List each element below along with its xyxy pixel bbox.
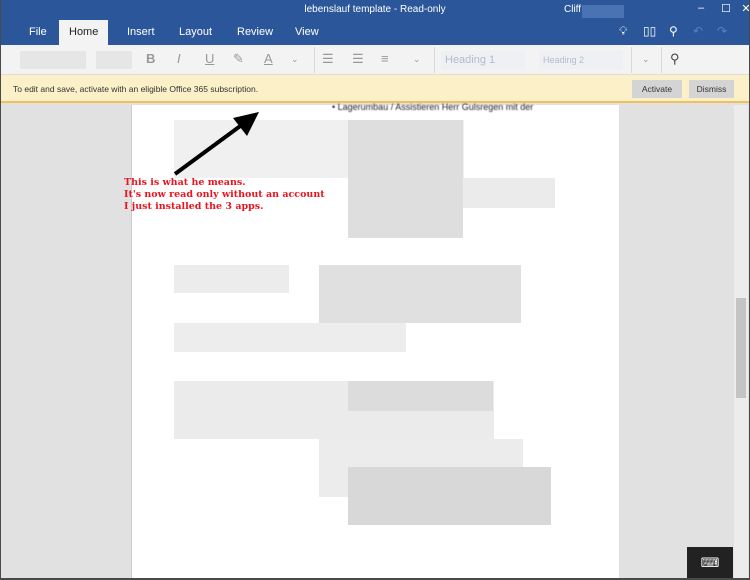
word-window: lebenslauf template - Read-only Cliff – … <box>1 0 749 578</box>
annotation-arrow <box>173 112 259 176</box>
annotation-line: I just installed the 3 apps. <box>124 201 264 212</box>
user-name[interactable]: Cliff <box>564 4 581 15</box>
divider <box>314 47 315 73</box>
scrollbar-thumb[interactable] <box>736 298 746 398</box>
pixelated-content <box>348 120 463 238</box>
annotation-line: This is what he means. <box>124 177 246 188</box>
window-title: lebenslauf template - Read-only <box>304 4 446 15</box>
italic-button[interactable]: I <box>177 51 181 66</box>
divider <box>661 47 662 73</box>
numbering-icon[interactable]: ☰ <box>352 51 364 67</box>
tab-view[interactable]: View <box>285 20 329 45</box>
pixelated-content <box>348 381 493 411</box>
tab-home[interactable]: Home <box>59 20 109 45</box>
minimize-button[interactable]: – <box>691 2 711 14</box>
tab-insert[interactable]: Insert <box>117 20 165 45</box>
pixelated-content <box>174 323 406 352</box>
tab-review[interactable]: Review <box>227 20 283 45</box>
user-name-redacted <box>582 5 624 18</box>
font-name-box[interactable] <box>20 51 86 69</box>
vertical-scrollbar[interactable] <box>734 105 748 578</box>
tab-file[interactable]: File <box>19 20 57 45</box>
chevron-down-icon[interactable]: ⌄ <box>413 54 421 65</box>
maximize-button[interactable]: ☐ <box>716 2 736 15</box>
document-bullet: • Lagerumbau / Assistieren Herr Gulsrege… <box>332 102 534 112</box>
message-text: To edit and save, activate with an eligi… <box>13 84 259 94</box>
redo-icon[interactable]: ↷ <box>717 24 727 38</box>
pixelated-content <box>463 178 555 208</box>
tab-layout[interactable]: Layout <box>169 20 222 45</box>
annotation-text: This is what he means. It's now read onl… <box>124 177 325 213</box>
undo-icon[interactable]: ↶ <box>693 24 703 38</box>
share-person-icon[interactable]: ⚲ <box>669 24 678 38</box>
touch-keyboard-icon[interactable]: ⌨ <box>687 547 733 578</box>
activate-button[interactable]: Activate <box>632 80 682 98</box>
font-size-box[interactable] <box>96 51 132 69</box>
close-button[interactable]: ✕ <box>741 2 749 15</box>
font-color-button[interactable]: A <box>264 51 273 66</box>
search-icon[interactable]: ⚲ <box>670 51 680 67</box>
underline-button[interactable]: U <box>205 51 214 66</box>
align-icon[interactable]: ≡ <box>381 51 389 66</box>
title-bar: lebenslauf template - Read-only Cliff – … <box>1 0 749 45</box>
bullets-icon[interactable]: ☰ <box>322 51 334 67</box>
book-icon[interactable]: ▯▯ <box>643 24 656 38</box>
bold-button[interactable]: B <box>146 51 155 66</box>
message-bar: To edit and save, activate with an eligi… <box>1 75 749 103</box>
ribbon-toolbar: B I U ✎ A ⌄ ☰ ☰ ≡ ⌄ Heading 1 Heading 2 … <box>1 45 749 75</box>
style-heading1[interactable]: Heading 1 <box>441 51 525 69</box>
highlight-icon[interactable]: ✎ <box>233 51 244 67</box>
chevron-down-icon[interactable]: ⌄ <box>291 54 299 65</box>
pixelated-content <box>348 467 551 525</box>
pixelated-content <box>319 265 521 323</box>
divider <box>434 47 435 73</box>
lightbulb-icon[interactable]: 💡︎ <box>619 24 627 39</box>
style-heading2[interactable]: Heading 2 <box>539 51 623 69</box>
pixelated-content <box>174 265 289 293</box>
dismiss-button[interactable]: Dismiss <box>689 80 734 98</box>
styles-chevron-down-icon[interactable]: ⌄ <box>642 54 650 65</box>
annotation-line: It's now read only without an account <box>124 189 325 200</box>
divider <box>631 47 632 73</box>
